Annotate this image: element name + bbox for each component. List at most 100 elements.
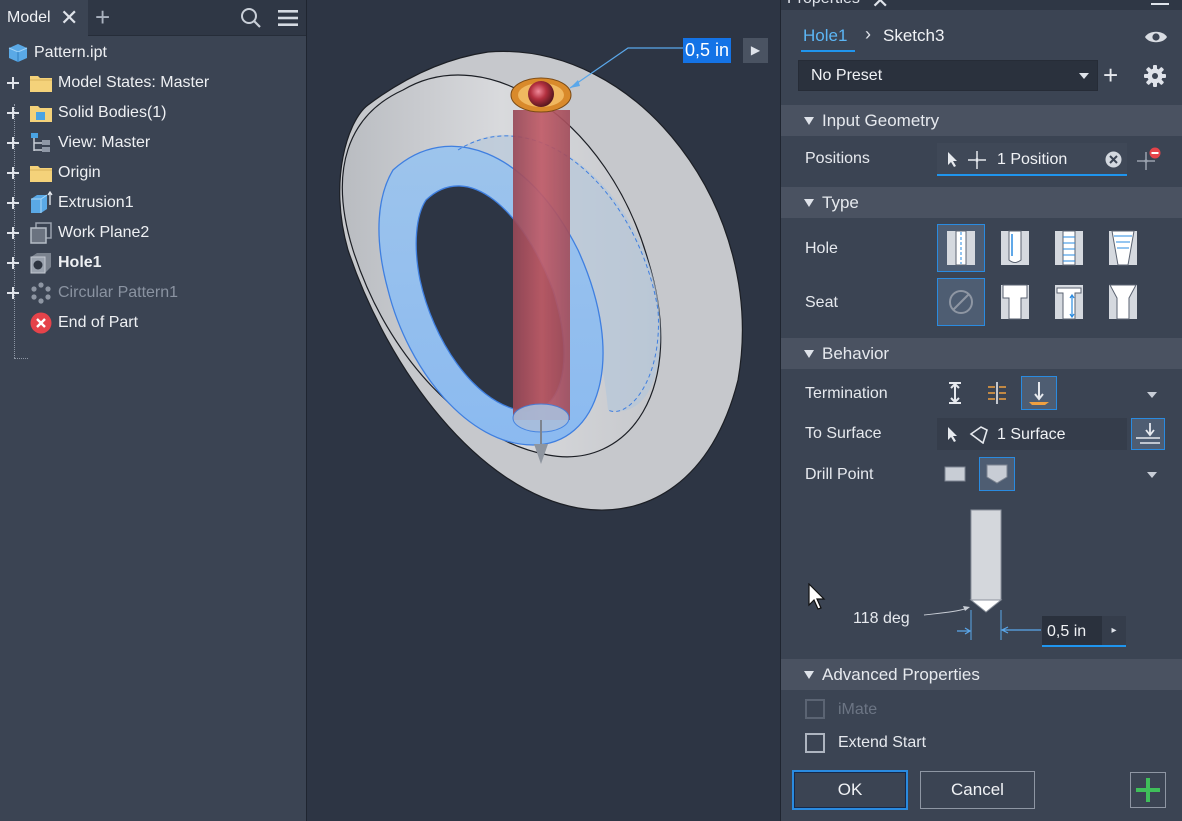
clearance-hole-icon xyxy=(1001,230,1029,265)
tapped-hole-button[interactable] xyxy=(1045,224,1093,272)
diameter-expand-icon[interactable]: ▸ xyxy=(1102,616,1126,645)
preset-dropdown[interactable]: No Preset xyxy=(798,60,1098,91)
expand-icon[interactable] xyxy=(7,286,21,300)
tree-item-model-states[interactable]: Model States: Master xyxy=(0,68,307,98)
tree-item-work-plane2[interactable]: Work Plane2 xyxy=(0,218,307,248)
tab-model[interactable]: Model ✕ xyxy=(0,0,88,36)
expand-icon[interactable] xyxy=(7,166,21,180)
expand-icon[interactable] xyxy=(7,76,21,90)
point-crosshair-icon xyxy=(968,151,986,169)
tree-item-label: Circular Pattern1 xyxy=(58,284,179,301)
angled-point-icon xyxy=(986,464,1008,484)
view-icon xyxy=(31,133,50,152)
simple-hole-button[interactable] xyxy=(937,224,985,272)
section-input-geometry[interactable]: Input Geometry xyxy=(781,105,1182,136)
expand-icon[interactable] xyxy=(7,226,21,240)
drill-diameter-value[interactable]: 0,5 in xyxy=(1047,623,1086,641)
tree-item-solid-bodies[interactable]: Solid Bodies(1) xyxy=(0,98,307,128)
tree-item-origin[interactable]: Origin xyxy=(0,158,307,188)
tree-item-label: View: Master xyxy=(58,134,151,151)
no-seat-button[interactable] xyxy=(937,278,985,326)
to-surface-selector[interactable]: 1 Surface xyxy=(937,418,1127,450)
graphics-viewport[interactable]: 0,5 in ▶ xyxy=(308,0,779,821)
cancel-button[interactable]: Cancel xyxy=(920,771,1035,809)
tree-item-label: Model States: Master xyxy=(58,74,210,91)
add-preset-icon[interactable]: + xyxy=(1103,60,1118,90)
spotface-button[interactable] xyxy=(1045,278,1093,326)
ok-button[interactable]: OK xyxy=(792,770,908,810)
termination-distance-button[interactable] xyxy=(937,376,973,410)
expand-icon[interactable] xyxy=(7,106,21,120)
breadcrumb-hole1[interactable]: Hole1 xyxy=(803,26,847,46)
flat-point-icon xyxy=(944,466,966,482)
flip-termination-icon xyxy=(1136,423,1160,444)
flat-drill-point-button[interactable] xyxy=(937,457,973,491)
collapse-triangle-icon xyxy=(804,671,814,679)
hamburger-menu-icon[interactable] xyxy=(277,8,299,28)
dimension-expand-icon[interactable]: ▶ xyxy=(743,38,768,63)
section-type[interactable]: Type xyxy=(781,187,1182,218)
collapse-triangle-icon xyxy=(804,117,814,125)
part-icon xyxy=(8,44,28,62)
collapse-triangle-icon xyxy=(804,199,814,207)
solid-bodies-icon xyxy=(30,106,52,122)
properties-panel: Properties ✕ Hole1 › Sketch3 No Preset +… xyxy=(780,0,1182,821)
flip-termination-button[interactable] xyxy=(1131,418,1165,450)
clearance-hole-button[interactable] xyxy=(991,224,1039,272)
counterbore-button[interactable] xyxy=(991,278,1039,326)
add-tab-icon[interactable]: + xyxy=(95,4,110,30)
chevron-down-icon xyxy=(1079,73,1089,79)
tree-item-label: Hole1 xyxy=(58,254,102,271)
clear-icon[interactable] xyxy=(1105,151,1122,168)
termination-to-button[interactable] xyxy=(1021,376,1057,410)
breadcrumb-separator: › xyxy=(865,24,871,44)
search-icon[interactable] xyxy=(240,7,262,29)
expand-icon[interactable] xyxy=(7,256,21,270)
add-icon xyxy=(1136,778,1160,802)
extrusion-icon xyxy=(31,191,53,213)
tree-item-extrusion1[interactable]: Extrusion1 xyxy=(0,188,307,218)
breadcrumb-sketch3[interactable]: Sketch3 xyxy=(883,26,944,46)
imate-checkbox[interactable] xyxy=(805,699,825,719)
tab-model-label: Model xyxy=(7,9,51,26)
close-icon[interactable]: ✕ xyxy=(871,0,889,10)
preset-value: No Preset xyxy=(811,67,883,84)
tree-item-label: Solid Bodies(1) xyxy=(58,104,167,121)
termination-through-all-button[interactable] xyxy=(979,376,1015,410)
drill-angle-label[interactable]: 118 deg xyxy=(853,610,910,628)
tree-item-label: Extrusion1 xyxy=(58,194,134,211)
tree-item-pattern-ipt[interactable]: Pattern.ipt xyxy=(0,38,307,68)
expand-icon[interactable] xyxy=(7,196,21,210)
distance-icon xyxy=(949,382,961,404)
end-of-part-icon xyxy=(30,312,52,334)
tree-item-end-of-part[interactable]: End of Part xyxy=(0,308,307,338)
positions-selector[interactable]: 1 Position xyxy=(937,143,1127,176)
folder-icon xyxy=(30,166,52,182)
gear-icon[interactable] xyxy=(1144,65,1166,87)
eye-icon[interactable] xyxy=(1144,29,1168,45)
drill-point-more-icon[interactable] xyxy=(1147,472,1157,478)
termination-label: Termination xyxy=(805,385,888,402)
expand-icon[interactable] xyxy=(7,136,21,150)
remove-point-icon[interactable] xyxy=(1136,146,1162,172)
section-advanced-properties[interactable]: Advanced Properties xyxy=(781,659,1182,690)
tree-item-view-master[interactable]: View: Master xyxy=(0,128,307,158)
section-behavior[interactable]: Behavior xyxy=(781,338,1182,369)
circular-pattern-icon xyxy=(31,282,51,304)
taper-tapped-hole-icon xyxy=(1109,230,1137,266)
angle-drill-point-button[interactable] xyxy=(979,457,1015,491)
tree-item-circular-pattern1[interactable]: Circular Pattern1 xyxy=(0,278,307,308)
work-plane-icon xyxy=(30,222,52,244)
termination-more-icon[interactable] xyxy=(1147,392,1157,398)
drill-diameter-field[interactable]: 0,5 in ▸ xyxy=(1042,616,1126,647)
to-surface-icon xyxy=(1029,382,1049,405)
diameter-dimension[interactable]: 0,5 in ▶ xyxy=(683,38,768,63)
taper-tapped-hole-button[interactable] xyxy=(1099,224,1147,272)
extend-start-checkbox[interactable] xyxy=(805,733,825,753)
diameter-dimension-value[interactable]: 0,5 in xyxy=(683,38,732,63)
apply-add-button[interactable] xyxy=(1130,772,1166,808)
countersink-button[interactable] xyxy=(1099,278,1147,326)
minimize-icon[interactable] xyxy=(1151,3,1169,5)
close-tab-icon[interactable]: ✕ xyxy=(60,6,78,30)
tree-item-hole1[interactable]: Hole1 xyxy=(0,248,307,278)
